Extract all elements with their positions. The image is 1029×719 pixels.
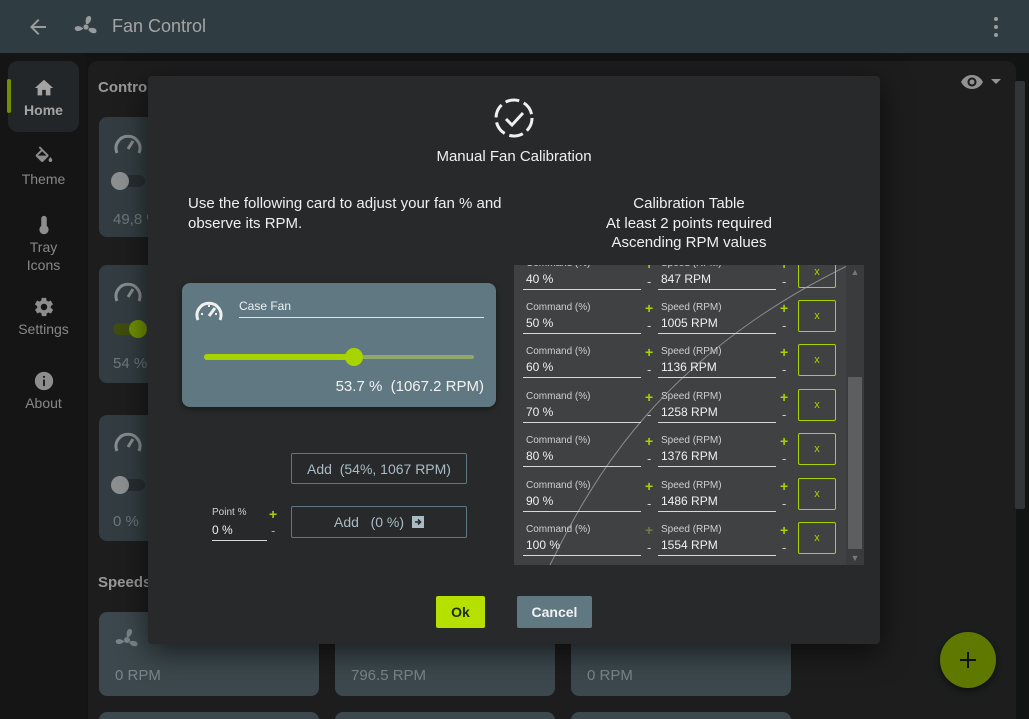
increment-speed-icon[interactable]: +: [780, 522, 788, 538]
ok-button[interactable]: Ok: [436, 596, 485, 628]
add-point-button[interactable]: Add (0 %): [291, 506, 467, 538]
speed-label: Speed (RPM): [661, 302, 722, 313]
table-scrollbar[interactable]: ▲ ▼: [846, 265, 864, 565]
decrement-speed-icon[interactable]: -: [782, 451, 786, 466]
calibration-check-icon: [494, 98, 534, 138]
command-label: Command (%): [526, 391, 591, 402]
add-point-label: Add (0 %): [333, 514, 405, 530]
delete-row-button[interactable]: x: [798, 389, 836, 421]
scroll-up-icon[interactable]: ▲: [850, 267, 860, 277]
command-input[interactable]: 100 %: [523, 538, 641, 556]
command-label: Command (%): [526, 524, 591, 535]
increment-speed-icon[interactable]: +: [780, 300, 788, 316]
increment-command-icon[interactable]: +: [645, 389, 653, 405]
increment-point-icon[interactable]: +: [269, 506, 277, 522]
increment-speed-icon[interactable]: +: [780, 433, 788, 449]
speed-input[interactable]: 1258 RPM: [658, 405, 776, 423]
increment-command-icon[interactable]: +: [645, 522, 653, 538]
command-input[interactable]: 50 %: [523, 316, 641, 334]
speed-label: Speed (RPM): [661, 265, 722, 269]
decrement-speed-icon[interactable]: -: [782, 318, 786, 333]
increment-speed-icon[interactable]: +: [780, 389, 788, 405]
command-label: Command (%): [526, 435, 591, 446]
speed-input[interactable]: 1136 RPM: [658, 360, 776, 378]
command-input[interactable]: 80 %: [523, 449, 641, 467]
table-title-line: Ascending RPM values: [611, 234, 767, 251]
increment-speed-icon[interactable]: +: [780, 478, 788, 494]
speed-label: Speed (RPM): [661, 524, 722, 535]
delete-row-button[interactable]: x: [798, 433, 836, 465]
command-label: Command (%): [526, 346, 591, 357]
increment-command-icon[interactable]: +: [645, 300, 653, 316]
increment-speed-icon[interactable]: +: [780, 344, 788, 360]
decrement-speed-icon[interactable]: -: [782, 274, 786, 289]
calibration-row: Command (%) +100 % - Speed (RPM) +1554 RPM - x: [514, 522, 864, 565]
decrement-speed-icon[interactable]: -: [782, 540, 786, 555]
scroll-down-icon[interactable]: ▼: [850, 553, 860, 563]
command-label: Command (%): [526, 265, 590, 269]
cancel-button[interactable]: Cancel: [517, 596, 592, 628]
decrement-speed-icon[interactable]: -: [782, 407, 786, 422]
speed-input[interactable]: 847 RPM: [658, 272, 776, 290]
fan-reading: 53.7 % (1067.2 RPM): [335, 378, 484, 395]
increment-command-icon[interactable]: +: [645, 433, 653, 449]
command-input[interactable]: 60 %: [523, 360, 641, 378]
increment-command-icon[interactable]: +: [645, 344, 653, 360]
delete-row-button[interactable]: x: [798, 300, 836, 332]
calibration-table[interactable]: Command (%)+40 %-Speed (RPM)+847 RPM-xCo…: [514, 265, 864, 565]
speed-input[interactable]: 1486 RPM: [658, 494, 776, 512]
decrement-command-icon[interactable]: -: [647, 407, 651, 422]
speed-label: Speed (RPM): [661, 391, 722, 402]
table-title-line: Calibration Table: [633, 195, 745, 212]
gauge-icon: [195, 301, 223, 321]
increment-speed-icon[interactable]: +: [780, 265, 788, 272]
fan-preview-card: Case Fan 53.7 % (1067.2 RPM): [182, 283, 496, 407]
fan-name: Case Fan: [239, 299, 484, 318]
increment-command-icon[interactable]: +: [645, 478, 653, 494]
delete-row-button[interactable]: x: [798, 522, 836, 554]
command-label: Command (%): [526, 480, 591, 491]
increment-command-icon[interactable]: +: [645, 265, 653, 272]
enter-icon: [412, 516, 425, 528]
instructions-text: Use the following card to adjust your fa…: [188, 195, 502, 232]
calibration-row: Command (%) +60 % - Speed (RPM) +1136 RPM - x: [514, 344, 864, 388]
fan-percent-slider[interactable]: [204, 348, 474, 366]
dialog-title: Manual Fan Calibration: [436, 148, 592, 165]
delete-row-button[interactable]: x: [798, 265, 836, 288]
delete-row-button[interactable]: x: [798, 344, 836, 376]
scroll-thumb[interactable]: [848, 377, 862, 549]
calibration-row: Command (%)+40 %-Speed (RPM)+847 RPM-x: [514, 265, 864, 300]
calibration-row: Command (%) +90 % - Speed (RPM) +1486 RPM - x: [514, 478, 864, 522]
decrement-command-icon[interactable]: -: [647, 318, 651, 333]
decrement-point-icon[interactable]: -: [271, 523, 275, 538]
calibration-row: Command (%) +70 % - Speed (RPM) +1258 RPM - x: [514, 389, 864, 433]
calibration-row: Command (%) +50 % - Speed (RPM) +1005 RPM - x: [514, 300, 864, 344]
command-label: Command (%): [526, 302, 591, 313]
decrement-command-icon[interactable]: -: [647, 362, 651, 377]
delete-row-button[interactable]: x: [798, 478, 836, 510]
decrement-speed-icon[interactable]: -: [782, 362, 786, 377]
point-percent-label: Point %: [212, 507, 247, 518]
speed-input[interactable]: 1376 RPM: [658, 449, 776, 467]
speed-input[interactable]: 1005 RPM: [658, 316, 776, 334]
point-percent-input[interactable]: 0 %: [212, 523, 267, 541]
speed-input[interactable]: 1554 RPM: [658, 538, 776, 556]
speed-label: Speed (RPM): [661, 480, 722, 491]
decrement-command-icon[interactable]: -: [647, 274, 651, 289]
calibration-row: Command (%) +80 % - Speed (RPM) +1376 RPM - x: [514, 433, 864, 477]
add-current-point-button[interactable]: Add (54%, 1067 RPM): [291, 453, 467, 484]
decrement-command-icon[interactable]: -: [647, 451, 651, 466]
slider-thumb[interactable]: [345, 348, 363, 366]
decrement-speed-icon[interactable]: -: [782, 496, 786, 511]
decrement-command-icon[interactable]: -: [647, 540, 651, 555]
calibration-table-title: Calibration Table At least 2 points requ…: [514, 194, 864, 253]
speed-label: Speed (RPM): [661, 346, 722, 357]
calibration-dialog: Manual Fan Calibration Use the following…: [148, 76, 880, 644]
decrement-command-icon[interactable]: -: [647, 496, 651, 511]
table-title-line: At least 2 points required: [606, 214, 772, 232]
speed-label: Speed (RPM): [661, 435, 722, 446]
command-input[interactable]: 70 %: [523, 405, 641, 423]
command-input[interactable]: 90 %: [523, 494, 641, 512]
command-input[interactable]: 40 %: [523, 272, 641, 290]
